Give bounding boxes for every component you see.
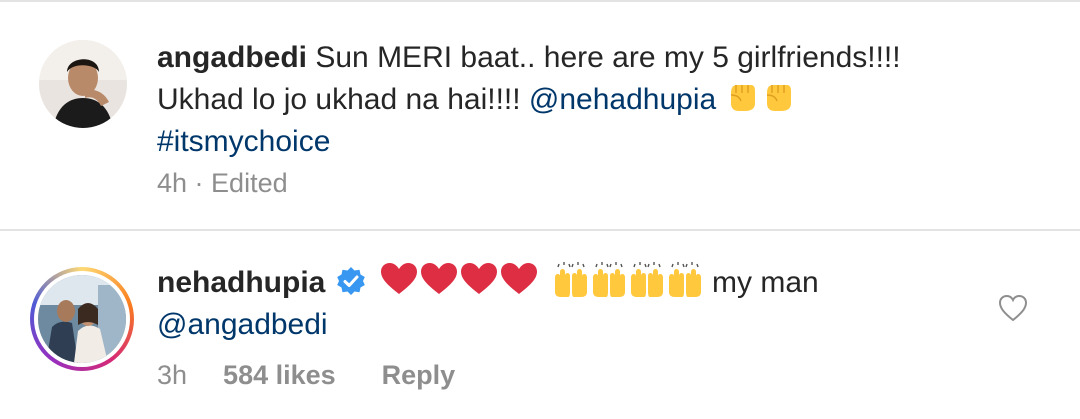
comment-username[interactable]: nehadhupia <box>157 266 325 299</box>
raising-hands-icon <box>628 262 666 298</box>
comment-text: my man <box>703 266 819 299</box>
red-heart-icon <box>460 262 498 296</box>
red-heart-icon <box>380 262 418 296</box>
story-ring[interactable] <box>30 267 134 371</box>
like-heart-icon[interactable] <box>998 294 1028 322</box>
comment-username[interactable]: angadbedi <box>157 41 307 74</box>
comment-text-line1: Sun MERI baat.. here are my 5 girlfriend… <box>307 41 901 74</box>
raised-fist-icon <box>761 79 795 113</box>
comment-time: 3h <box>157 360 188 390</box>
reply-button[interactable]: Reply <box>382 360 456 390</box>
verified-badge-icon <box>336 266 366 296</box>
raising-hands-icon <box>590 262 628 298</box>
comment-divider <box>0 229 1080 231</box>
comment-text-line2: Ukhad lo jo ukhad na hai!!!! <box>157 83 529 116</box>
top-divider <box>0 0 1080 2</box>
avatar-angadbedi[interactable] <box>39 40 127 128</box>
comment-body: nehadhupia my man @angadbedi <box>157 262 977 346</box>
comment-meta: 3h 584 likes Reply <box>157 360 455 391</box>
mention-link[interactable]: @nehadhupia <box>529 83 716 116</box>
hashtag-link[interactable]: #itsmychoice <box>157 125 330 158</box>
meta-separator: · <box>187 168 212 198</box>
edited-label: Edited <box>211 168 288 198</box>
likes-count[interactable]: 584 likes <box>223 360 336 390</box>
raising-hands-icon <box>552 262 590 298</box>
raised-fist-icon <box>725 79 759 113</box>
comment-meta: 4h · Edited <box>157 168 288 199</box>
red-heart-icon <box>500 262 538 296</box>
mention-link[interactable]: @angadbedi <box>157 308 328 341</box>
comment-body: angadbedi Sun MERI baat.. here are my 5 … <box>157 37 977 163</box>
comment-time: 4h <box>157 168 188 198</box>
raising-hands-icon <box>666 262 704 298</box>
red-heart-icon <box>420 262 458 296</box>
avatar-nehadhupia[interactable] <box>38 275 126 363</box>
